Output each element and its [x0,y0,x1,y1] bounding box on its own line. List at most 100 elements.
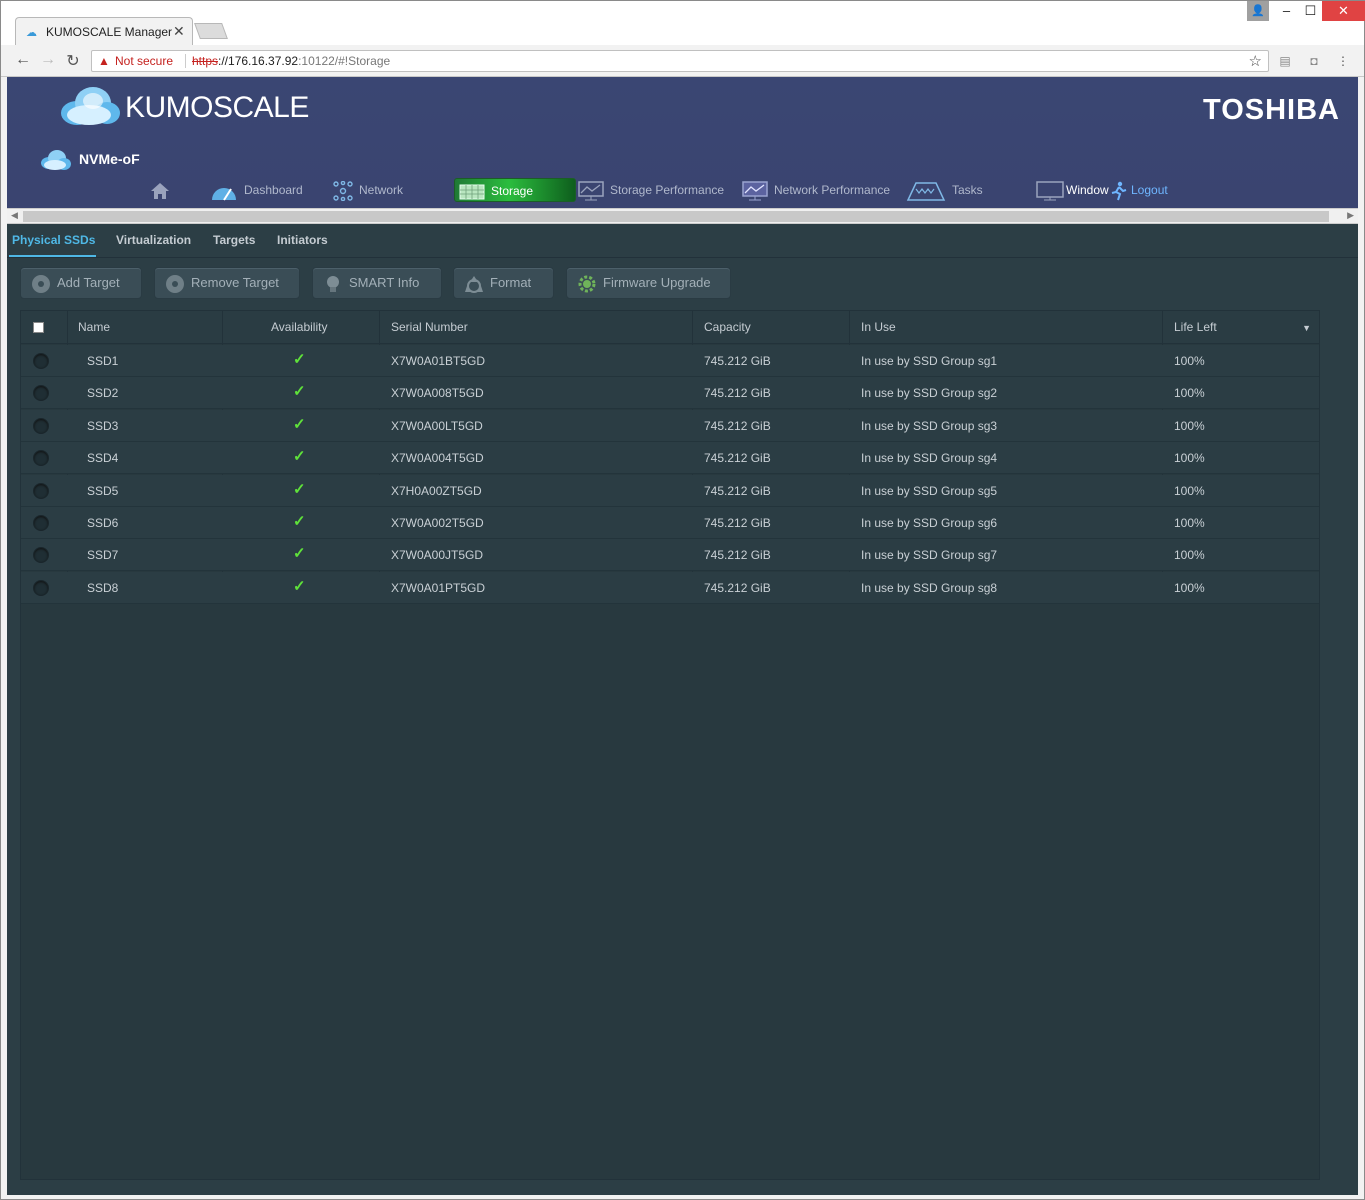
remove-target-button[interactable]: Remove Target [154,267,300,299]
ssd-name: SSD7 [87,548,119,563]
security-label[interactable]: Not secure [115,54,173,68]
nav-storage-performance[interactable]: Storage Performance [578,178,724,202]
life-left: 100% [1174,354,1205,368]
in-use-status: In use by SSD Group sg7 [861,548,998,563]
table-row[interactable]: SSD3 ✓ X7W0A00LT5GD 745.212 GiB In use by SS… [21,409,1319,442]
table-row[interactable]: SSD4 ✓ X7W0A004T5GD 745.212 GiB In use by SS… [21,442,1319,475]
minimize-button[interactable]: – [1273,1,1300,21]
maximize-button[interactable]: ☐ [1297,1,1324,21]
column-header-in-use[interactable]: In Use [861,320,896,334]
active-tab-indicator [9,255,96,257]
serial-number: X7W0A00JT5GD [391,548,484,563]
serial-number: X7W0A008T5GD [391,386,484,401]
running-person-icon [1111,181,1127,201]
user-profile-icon[interactable]: 👤 [1247,1,1269,21]
in-use-status: In use by SSD Group sg5 [861,483,998,498]
nav-window[interactable]: Window [1036,178,1109,202]
omnibox-divider [185,54,186,68]
tab-initiators[interactable]: Initiators [277,233,328,247]
new-tab-button[interactable] [194,23,228,39]
url-input[interactable]: ▲ Not secure https://176.16.37.92:10122/… [91,50,1269,72]
recycle-icon [465,275,483,293]
format-button[interactable]: Format [453,267,554,299]
bookmark-star-icon[interactable]: ☆ [1249,52,1262,70]
nav-storage[interactable]: Storage [454,178,576,202]
nav-tasks[interactable]: Tasks [906,178,983,202]
serial-number: X7W0A002T5GD [391,516,484,530]
table-row[interactable]: SSD6 ✓ X7W0A002T5GD 745.212 GiB In use by SS… [21,507,1319,539]
nav-dashboard[interactable]: Dashboard [210,178,303,202]
column-header-availability[interactable]: Availability [271,320,327,334]
row-checkbox[interactable] [33,417,49,434]
serial-number: X7W0A004T5GD [391,451,484,466]
smart-info-button[interactable]: SMART Info [312,267,442,299]
row-checkbox[interactable] [33,450,49,467]
scrollbar-thumb[interactable] [23,211,1329,222]
logout-link[interactable]: Logout [1111,178,1168,202]
app-name: KUMOSCALE [125,91,309,124]
close-window-button[interactable]: ✕ [1322,1,1365,21]
nvme-cloud-icon [41,150,71,170]
capacity: 745.212 GiB [704,451,771,466]
back-arrow-icon[interactable]: ← [13,51,33,69]
table-row[interactable]: SSD1 ✓ X7W0A01BT5GD 745.212 GiB In use by SS… [21,345,1319,377]
column-header-serial-number[interactable]: Serial Number [391,320,468,334]
table-row[interactable]: SSD8 ✓ X7W0A01PT5GD 745.212 GiB In use by SS… [21,571,1319,604]
ssd-name: SSD4 [87,451,119,466]
life-left: 100% [1174,451,1205,466]
select-all-checkbox[interactable] [33,322,44,333]
column-header-name[interactable]: Name [78,320,110,334]
reload-icon[interactable]: ↻ [63,51,83,71]
serial-number: X7W0A01PT5GD [391,580,486,595]
close-tab-icon[interactable]: ✕ [173,23,185,40]
forward-arrow-icon[interactable]: → [38,51,58,69]
life-left: 100% [1174,483,1205,498]
table-row[interactable]: SSD5 ✓ X7H0A00ZT5GD 745.212 GiB In use by SS… [21,474,1319,507]
address-bar: ← → ↻ ▲ Not secure https://176.16.37.92:… [1,45,1364,77]
tab-targets[interactable]: Targets [213,233,255,247]
row-checkbox[interactable] [33,547,49,564]
capacity: 745.212 GiB [704,386,771,401]
life-left: 100% [1174,516,1205,530]
kumoscale-cloud-logo-icon [61,87,120,125]
table-header: Name Availability Serial Number Capacity… [21,311,1319,344]
tab-virtualization[interactable]: Virtualization [116,233,191,247]
tab-physical-ssds[interactable]: Physical SSDs [12,233,95,247]
nav-home[interactable] [150,178,176,202]
firmware-upgrade-button[interactable]: Firmware Upgrade [566,267,731,299]
horizontal-scrollbar[interactable]: ◀ ▶ [7,208,1358,224]
extension-icon[interactable]: ◘ [1306,53,1322,69]
table-row[interactable]: SSD7 ✓ X7W0A00JT5GD 745.212 GiB In use by SS… [21,539,1319,572]
browser-tab[interactable]: ☁ KUMOSCALE Manager ✕ [15,17,193,45]
ssd-name: SSD2 [87,386,119,401]
in-use-status: In use by SSD Group sg4 [861,451,998,466]
available-check-icon: ✓ [293,480,306,498]
window-monitor-icon [1036,181,1064,201]
nav-network[interactable]: Network [333,178,403,202]
home-icon [151,182,169,199]
menu-kebab-icon[interactable]: ⋮ [1335,53,1351,69]
add-target-button[interactable]: Add Target [20,267,142,299]
tasks-icon [906,182,946,201]
column-header-capacity[interactable]: Capacity [704,320,751,334]
in-use-status: In use by SSD Group sg1 [861,354,998,368]
sort-dropdown-icon[interactable]: ▼ [1302,323,1311,333]
in-use-status: In use by SSD Group sg6 [861,516,998,530]
scroll-left-arrow-icon[interactable]: ◀ [11,210,18,221]
serial-number: X7W0A00LT5GD [391,418,483,433]
capacity: 745.212 GiB [704,483,771,498]
pdf-extension-icon[interactable]: ▤ [1277,53,1293,69]
ssd-name: SSD5 [87,483,119,498]
row-checkbox[interactable] [33,353,49,369]
table-row[interactable]: SSD2 ✓ X7W0A008T5GD 745.212 GiB In use by SS… [21,377,1319,410]
ssd-name: SSD1 [87,354,119,368]
column-header-life-left[interactable]: Life Left [1174,320,1217,334]
row-checkbox[interactable] [33,385,49,402]
nav-network-performance[interactable]: Network Performance [742,178,890,202]
browser-title-bar: ☁ KUMOSCALE Manager ✕ 👤 – ☐ ✕ [1,1,1365,45]
scroll-right-arrow-icon[interactable]: ▶ [1347,210,1354,221]
row-checkbox[interactable] [33,482,49,499]
serial-number: X7H0A00ZT5GD [391,483,482,498]
row-checkbox[interactable] [33,515,49,531]
row-checkbox[interactable] [33,579,49,596]
